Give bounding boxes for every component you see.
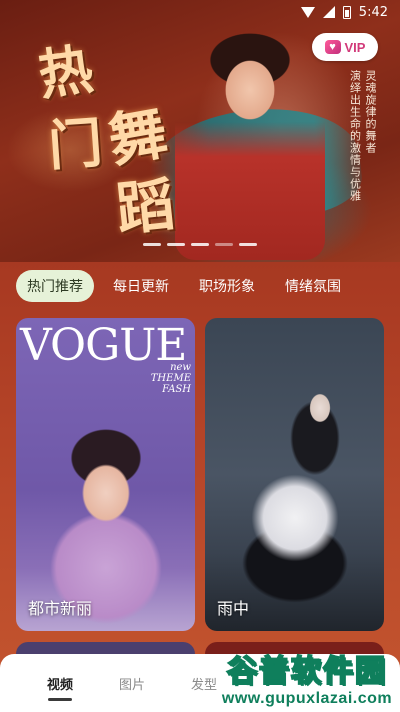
carousel-dot[interactable]	[167, 243, 185, 246]
tab-mood-atmosphere[interactable]: 情绪氛围	[274, 270, 352, 302]
nav-video[interactable]: 视频	[24, 674, 96, 701]
signal-icon	[322, 6, 335, 18]
banner-slogan-line-1: 灵魂旋律的舞者	[364, 70, 377, 154]
banner-title-char-4: 蹈	[113, 170, 178, 244]
watermark-title: 谷普软件园	[226, 653, 387, 690]
carousel-dot[interactable]	[239, 243, 257, 246]
carousel-dot[interactable]	[191, 243, 209, 246]
watermark-logo: 谷普软件园 www.gupuxlazai.com	[217, 646, 397, 708]
banner-dancer-image	[175, 30, 325, 260]
watermark-url: www.gupuxlazai.com	[217, 690, 397, 708]
vip-label: VIP	[344, 39, 366, 55]
banner-slogan: 灵魂旋律的舞者 演绎出生命的激情与优雅	[348, 70, 377, 202]
status-bar: 5:42	[0, 0, 400, 24]
wifi-icon	[300, 6, 315, 18]
carousel-dot[interactable]	[215, 243, 233, 246]
tab-hot-recommend[interactable]: 热门推荐	[16, 270, 94, 302]
nav-images[interactable]: 图片	[96, 674, 168, 693]
content-card-urban[interactable]: VOGUE new THEME FASH 都市新丽	[16, 318, 195, 631]
magazine-subtitle: new THEME FASH	[150, 362, 191, 395]
tab-workplace-image[interactable]: 职场形象	[188, 270, 266, 302]
vip-heart-icon: ♥	[324, 40, 341, 54]
battery-icon	[342, 5, 351, 19]
banner-slogan-line-2: 演绎出生命的激情与优雅	[348, 70, 362, 202]
carousel-dot[interactable]	[143, 243, 161, 246]
tab-daily-update[interactable]: 每日更新	[102, 270, 180, 302]
content-card-rain[interactable]: 雨中	[205, 318, 384, 631]
category-tabs: 热门推荐 每日更新 职场形象 情绪氛围	[16, 270, 390, 302]
carousel-indicator	[143, 243, 257, 246]
status-time: 5:42	[358, 4, 388, 20]
card-label: 都市新丽	[28, 599, 93, 618]
vip-button[interactable]: ♥ VIP	[312, 33, 378, 61]
hero-banner[interactable]: 热 门 舞 蹈 灵魂旋律的舞者 演绎出生命的激情与优雅 ♥ VIP	[0, 0, 400, 262]
card-label: 雨中	[217, 599, 250, 618]
banner-title-char-1: 热	[34, 36, 97, 108]
banner-title-char-2: 门	[46, 110, 105, 178]
